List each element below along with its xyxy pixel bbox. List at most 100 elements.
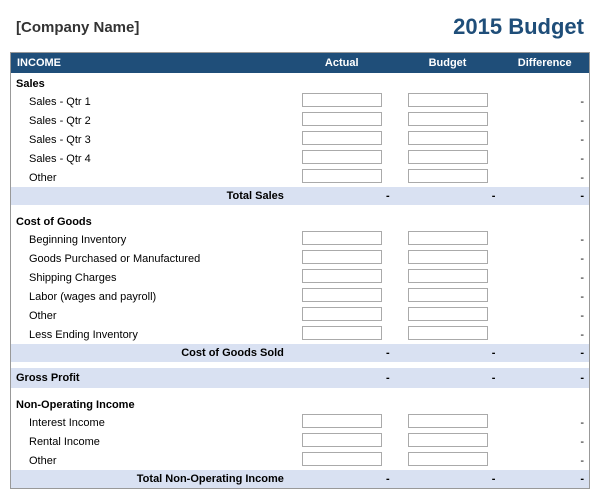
actual-input-lei[interactable] bbox=[302, 326, 382, 340]
gross-profit-actual: - bbox=[289, 368, 395, 388]
table-row: Sales - Qtr 3 - bbox=[11, 130, 590, 149]
row-label: Sales - Qtr 4 bbox=[11, 149, 289, 168]
income-header: INCOME bbox=[11, 53, 289, 74]
row-label: Other bbox=[11, 451, 289, 470]
row-label: Less Ending Inventory bbox=[11, 325, 289, 344]
actual-header: Actual bbox=[289, 53, 395, 74]
budget-input-cogother[interactable] bbox=[408, 307, 488, 321]
sales-label: Sales bbox=[11, 73, 289, 92]
table-row: Other - bbox=[11, 451, 590, 470]
row-label: Sales - Qtr 3 bbox=[11, 130, 289, 149]
budget-input-ii[interactable] bbox=[408, 414, 488, 428]
row-label: Goods Purchased or Manufactured bbox=[11, 249, 289, 268]
row-label: Other bbox=[11, 306, 289, 325]
gross-profit-row: Gross Profit - - - bbox=[11, 368, 590, 388]
diff-s3: - bbox=[500, 130, 589, 149]
budget-input-sother[interactable] bbox=[408, 169, 488, 183]
row-label: Labor (wages and payroll) bbox=[11, 287, 289, 306]
row-label: Interest Income bbox=[11, 413, 289, 432]
budget-input-sc[interactable] bbox=[408, 269, 488, 283]
total-non-op-label: Total Non-Operating Income bbox=[11, 470, 289, 489]
total-non-op-budget: - bbox=[395, 470, 501, 489]
diff-bi: - bbox=[500, 230, 589, 249]
total-cog-budget: - bbox=[395, 344, 501, 362]
diff-cogother: - bbox=[500, 306, 589, 325]
gross-profit-budget: - bbox=[395, 368, 501, 388]
diff-s1: - bbox=[500, 92, 589, 111]
actual-input-s3[interactable] bbox=[302, 131, 382, 145]
actual-input-s4[interactable] bbox=[302, 150, 382, 164]
table-row: Goods Purchased or Manufactured - bbox=[11, 249, 590, 268]
table-header-row: INCOME Actual Budget Difference bbox=[11, 53, 590, 74]
diff-gpm: - bbox=[500, 249, 589, 268]
diff-nother: - bbox=[500, 451, 589, 470]
actual-input-sc[interactable] bbox=[302, 269, 382, 283]
budget-input-gpm[interactable] bbox=[408, 250, 488, 264]
total-sales-actual: - bbox=[289, 187, 395, 205]
table-row: Interest Income - bbox=[11, 413, 590, 432]
table-row: Sales - Qtr 4 - bbox=[11, 149, 590, 168]
diff-sother: - bbox=[500, 168, 589, 187]
cog-label: Cost of Goods bbox=[11, 211, 289, 230]
total-sales-label: Total Sales bbox=[11, 187, 289, 205]
table-row: Labor (wages and payroll) - bbox=[11, 287, 590, 306]
budget-input-ri[interactable] bbox=[408, 433, 488, 447]
budget-input-lw[interactable] bbox=[408, 288, 488, 302]
actual-input-nother[interactable] bbox=[302, 452, 382, 466]
row-label: Other bbox=[11, 168, 289, 187]
row-label: Sales - Qtr 2 bbox=[11, 111, 289, 130]
total-sales-budget: - bbox=[395, 187, 501, 205]
total-cog-actual: - bbox=[289, 344, 395, 362]
total-sales-row: Total Sales - - - bbox=[11, 187, 590, 205]
company-name: [Company Name] bbox=[16, 19, 139, 36]
total-non-op-actual: - bbox=[289, 470, 395, 489]
table-row: Less Ending Inventory - bbox=[11, 325, 590, 344]
table-row: Rental Income - bbox=[11, 432, 590, 451]
budget-header: Budget bbox=[395, 53, 501, 74]
actual-input-ii[interactable] bbox=[302, 414, 382, 428]
diff-s4: - bbox=[500, 149, 589, 168]
budget-input-s3[interactable] bbox=[408, 131, 488, 145]
actual-input-bi[interactable] bbox=[302, 231, 382, 245]
actual-input-s1[interactable] bbox=[302, 93, 382, 107]
actual-input-s2[interactable] bbox=[302, 112, 382, 126]
budget-title: 2015 Budget bbox=[453, 14, 584, 40]
sales-section-header: Sales bbox=[11, 73, 590, 92]
total-non-op-row: Total Non-Operating Income - - - bbox=[11, 470, 590, 489]
row-label: Sales - Qtr 1 bbox=[11, 92, 289, 111]
page-header: [Company Name] 2015 Budget bbox=[10, 10, 590, 44]
row-label: Shipping Charges bbox=[11, 268, 289, 287]
actual-input-cogother[interactable] bbox=[302, 307, 382, 321]
budget-input-s4[interactable] bbox=[408, 150, 488, 164]
total-cog-label: Cost of Goods Sold bbox=[11, 344, 289, 362]
actual-input-ri[interactable] bbox=[302, 433, 382, 447]
budget-input-s1[interactable] bbox=[408, 93, 488, 107]
diff-ii: - bbox=[500, 413, 589, 432]
table-row: Sales - Qtr 1 - bbox=[11, 92, 590, 111]
total-cog-diff: - bbox=[500, 344, 589, 362]
total-non-op-diff: - bbox=[500, 470, 589, 489]
budget-input-s2[interactable] bbox=[408, 112, 488, 126]
table-row: Sales - Qtr 2 - bbox=[11, 111, 590, 130]
diff-s2: - bbox=[500, 111, 589, 130]
row-label: Beginning Inventory bbox=[11, 230, 289, 249]
budget-table: INCOME Actual Budget Difference Sales Sa… bbox=[10, 52, 590, 489]
row-label: Rental Income bbox=[11, 432, 289, 451]
actual-input-sother[interactable] bbox=[302, 169, 382, 183]
diff-lei: - bbox=[500, 325, 589, 344]
non-op-section-header: Non-Operating Income bbox=[11, 394, 590, 413]
table-row: Other - bbox=[11, 306, 590, 325]
gross-profit-diff: - bbox=[500, 368, 589, 388]
gross-profit-label: Gross Profit bbox=[11, 368, 289, 388]
budget-input-lei[interactable] bbox=[408, 326, 488, 340]
non-op-label: Non-Operating Income bbox=[11, 394, 289, 413]
difference-header: Difference bbox=[500, 53, 589, 74]
actual-input-gpm[interactable] bbox=[302, 250, 382, 264]
diff-lw: - bbox=[500, 287, 589, 306]
total-sales-diff: - bbox=[500, 187, 589, 205]
budget-input-bi[interactable] bbox=[408, 231, 488, 245]
table-row: Shipping Charges - bbox=[11, 268, 590, 287]
cog-section-header: Cost of Goods bbox=[11, 211, 590, 230]
budget-input-nother[interactable] bbox=[408, 452, 488, 466]
actual-input-lw[interactable] bbox=[302, 288, 382, 302]
